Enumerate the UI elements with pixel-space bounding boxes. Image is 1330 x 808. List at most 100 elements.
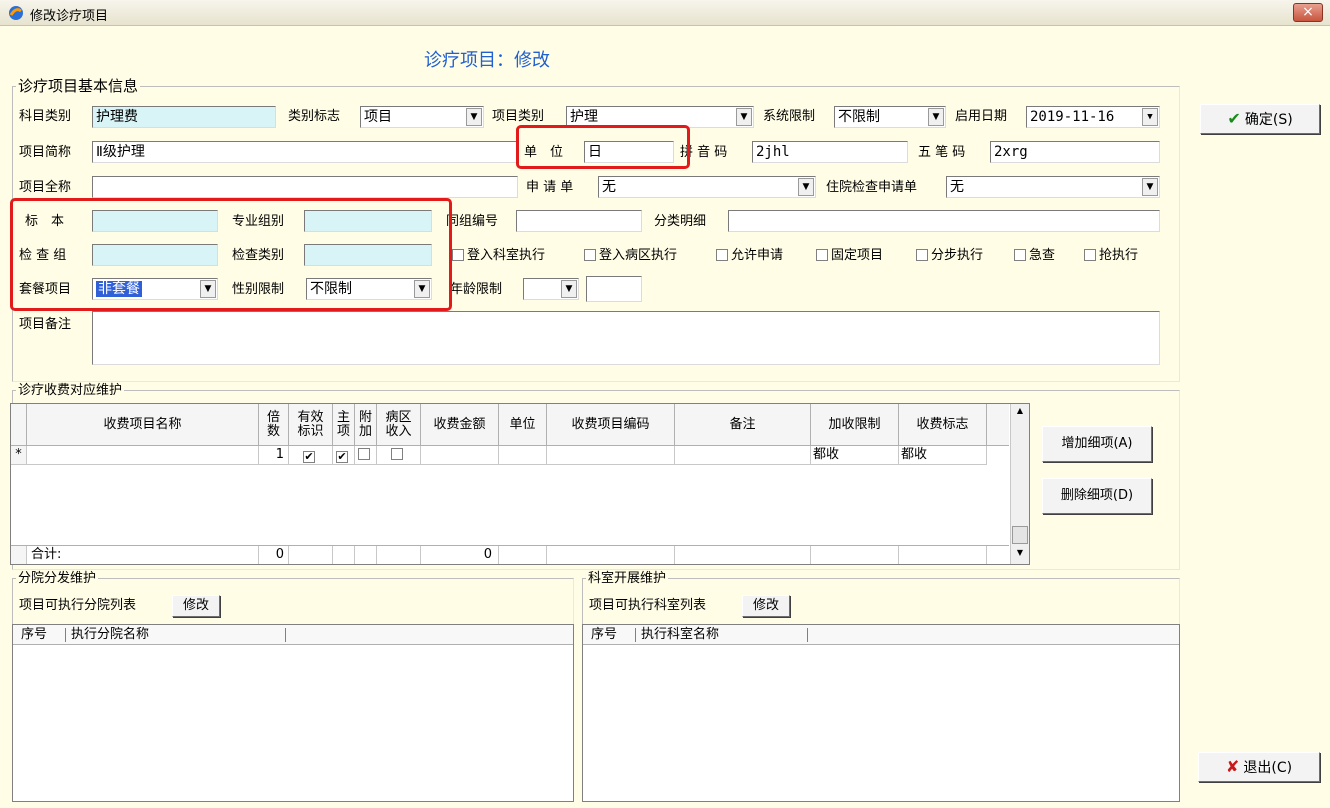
col-filler: [987, 404, 1009, 446]
pinyin-label: 拼 音 码: [680, 145, 728, 160]
system-limit-select[interactable]: 不限制 ▼: [834, 106, 946, 128]
table-row[interactable]: * 1 ✔ ✔ 都收 都收: [11, 446, 1009, 465]
dept-list-header: 序号 执行科室名称: [583, 625, 1179, 645]
checkbox-box: [584, 249, 596, 261]
delete-detail-button[interactable]: 删除细项(D): [1042, 478, 1152, 514]
dept-list[interactable]: 序号 执行科室名称: [582, 624, 1180, 802]
wubi-field[interactable]: 2xrg: [990, 141, 1160, 163]
check-icon: ✔: [336, 450, 348, 463]
col-ward-income: 病区收入: [377, 404, 421, 446]
grid-scrollbar[interactable]: ▲ ▼: [1010, 404, 1029, 564]
scroll-down-icon[interactable]: ▼: [1011, 548, 1029, 562]
total-c5: [377, 546, 421, 564]
cell-amount[interactable]: [421, 446, 499, 465]
total-c4: [355, 546, 377, 564]
category-flag-label: 类别标志: [288, 109, 341, 124]
cell-remark[interactable]: [675, 446, 811, 465]
checkbox-box: [1084, 249, 1096, 261]
cell-extra-limit[interactable]: 都收: [811, 446, 899, 465]
col-divider: [635, 628, 636, 642]
system-limit-value: 不限制: [838, 109, 880, 125]
checkbox-dept-exec[interactable]: 登入科室执行: [452, 247, 545, 265]
same-group-field[interactable]: [516, 210, 642, 232]
checkbox-rescue-exec[interactable]: 抢执行: [1084, 247, 1138, 265]
full-name-field[interactable]: [92, 176, 518, 198]
total-c2: [289, 546, 333, 564]
gender-limit-value: 不限制: [310, 281, 352, 297]
confirm-label: 确定(S): [1244, 112, 1293, 128]
age-limit-field[interactable]: [586, 276, 642, 302]
cell-fee-name[interactable]: [27, 446, 259, 465]
request-form-select[interactable]: 无 ▼: [598, 176, 816, 198]
close-button[interactable]: ×: [1293, 3, 1323, 22]
grid-row-header: [11, 404, 27, 446]
col-remark: 备注: [675, 404, 811, 446]
col-divider: [285, 628, 286, 642]
dept-col-index[interactable]: 序号: [591, 625, 617, 644]
scroll-thumb[interactable]: [1012, 526, 1028, 544]
cell-main-item[interactable]: ✔: [333, 446, 355, 465]
remark-field[interactable]: [92, 311, 1160, 365]
checkbox-box: [391, 448, 403, 460]
check-group-field[interactable]: [92, 244, 218, 266]
cell-multiple[interactable]: 1: [259, 446, 289, 465]
inpatient-check-select[interactable]: 无 ▼: [946, 176, 1160, 198]
checkbox-fixed-item[interactable]: 固定项目: [816, 247, 883, 265]
pinyin-field[interactable]: 2jhl: [752, 141, 908, 163]
col-extra-limit: 加收限制: [811, 404, 899, 446]
specialty-group-field[interactable]: [304, 210, 432, 232]
chevron-down-icon: ▼: [414, 280, 430, 298]
gender-limit-select[interactable]: 不限制 ▼: [306, 278, 432, 300]
exit-button[interactable]: ✘ 退出(C): [1198, 752, 1320, 782]
window-title: 修改诊疗项目: [30, 9, 109, 24]
short-name-field[interactable]: Ⅱ级护理: [92, 141, 518, 163]
subject-type-label: 科目类别: [19, 109, 72, 124]
checkbox-allow-request[interactable]: 允许申请: [716, 247, 783, 265]
cell-fee-code[interactable]: [547, 446, 675, 465]
col-unit: 单位: [499, 404, 547, 446]
cell-unit[interactable]: [499, 446, 547, 465]
cell-valid-flag[interactable]: ✔: [289, 446, 333, 465]
check-type-field[interactable]: [304, 244, 432, 266]
check-type-label: 检查类别: [232, 248, 285, 263]
checkbox-urgent[interactable]: 急查: [1014, 247, 1055, 265]
category-flag-select[interactable]: 项目 ▼: [360, 106, 484, 128]
total-multiple: 0: [259, 546, 289, 564]
cell-ward-income[interactable]: [377, 446, 421, 465]
app-icon: [8, 5, 24, 21]
dept-modify-button[interactable]: 修改: [742, 595, 790, 617]
add-detail-button[interactable]: 增加细项(A): [1042, 426, 1152, 462]
age-limit-select[interactable]: ▼: [523, 278, 579, 300]
confirm-button[interactable]: ✔ 确定(S): [1200, 104, 1320, 134]
total-c8: [547, 546, 675, 564]
branch-modify-button[interactable]: 修改: [172, 595, 220, 617]
cell-addon[interactable]: [355, 446, 377, 465]
item-type-select[interactable]: 护理 ▼: [566, 106, 754, 128]
request-form-label: 申 请 单: [526, 180, 574, 195]
wubi-label: 五 笔 码: [918, 145, 966, 160]
cell-fee-flag[interactable]: 都收: [899, 446, 987, 465]
specimen-field[interactable]: [92, 210, 218, 232]
fee-legend: 诊疗收费对应维护: [16, 383, 125, 399]
classify-detail-field[interactable]: [728, 210, 1160, 232]
branch-col-name[interactable]: 执行分院名称: [71, 625, 149, 644]
package-select[interactable]: 非套餐 ▼: [92, 278, 218, 300]
branch-list-header: 序号 执行分院名称: [13, 625, 573, 645]
subject-type-field[interactable]: 护理费: [92, 106, 276, 128]
fee-grid[interactable]: 收费项目名称 倍数 有效标识 主项 附加 病区收入 收费金额 单位 收费项目编码…: [10, 403, 1030, 565]
checkbox-step-exec[interactable]: 分步执行: [916, 247, 983, 265]
col-divider: [807, 628, 808, 642]
branch-col-index[interactable]: 序号: [21, 625, 47, 644]
close-icon: ✘: [1225, 757, 1240, 776]
check-icon: ✔: [1227, 109, 1241, 128]
branch-list[interactable]: 序号 执行分院名称: [12, 624, 574, 802]
total-c9: [675, 546, 811, 564]
checkbox-ward-exec[interactable]: 登入病区执行: [584, 247, 677, 265]
unit-field[interactable]: 日: [584, 141, 674, 163]
scroll-up-icon[interactable]: ▲: [1011, 406, 1029, 420]
start-date-picker[interactable]: 2019-11-16 ▼: [1026, 106, 1160, 128]
dept-col-name[interactable]: 执行科室名称: [641, 625, 719, 644]
col-fee-code: 收费项目编码: [547, 404, 675, 446]
total-row: 合计: 0 0: [11, 545, 1009, 564]
chevron-down-icon: ▼: [200, 280, 216, 298]
